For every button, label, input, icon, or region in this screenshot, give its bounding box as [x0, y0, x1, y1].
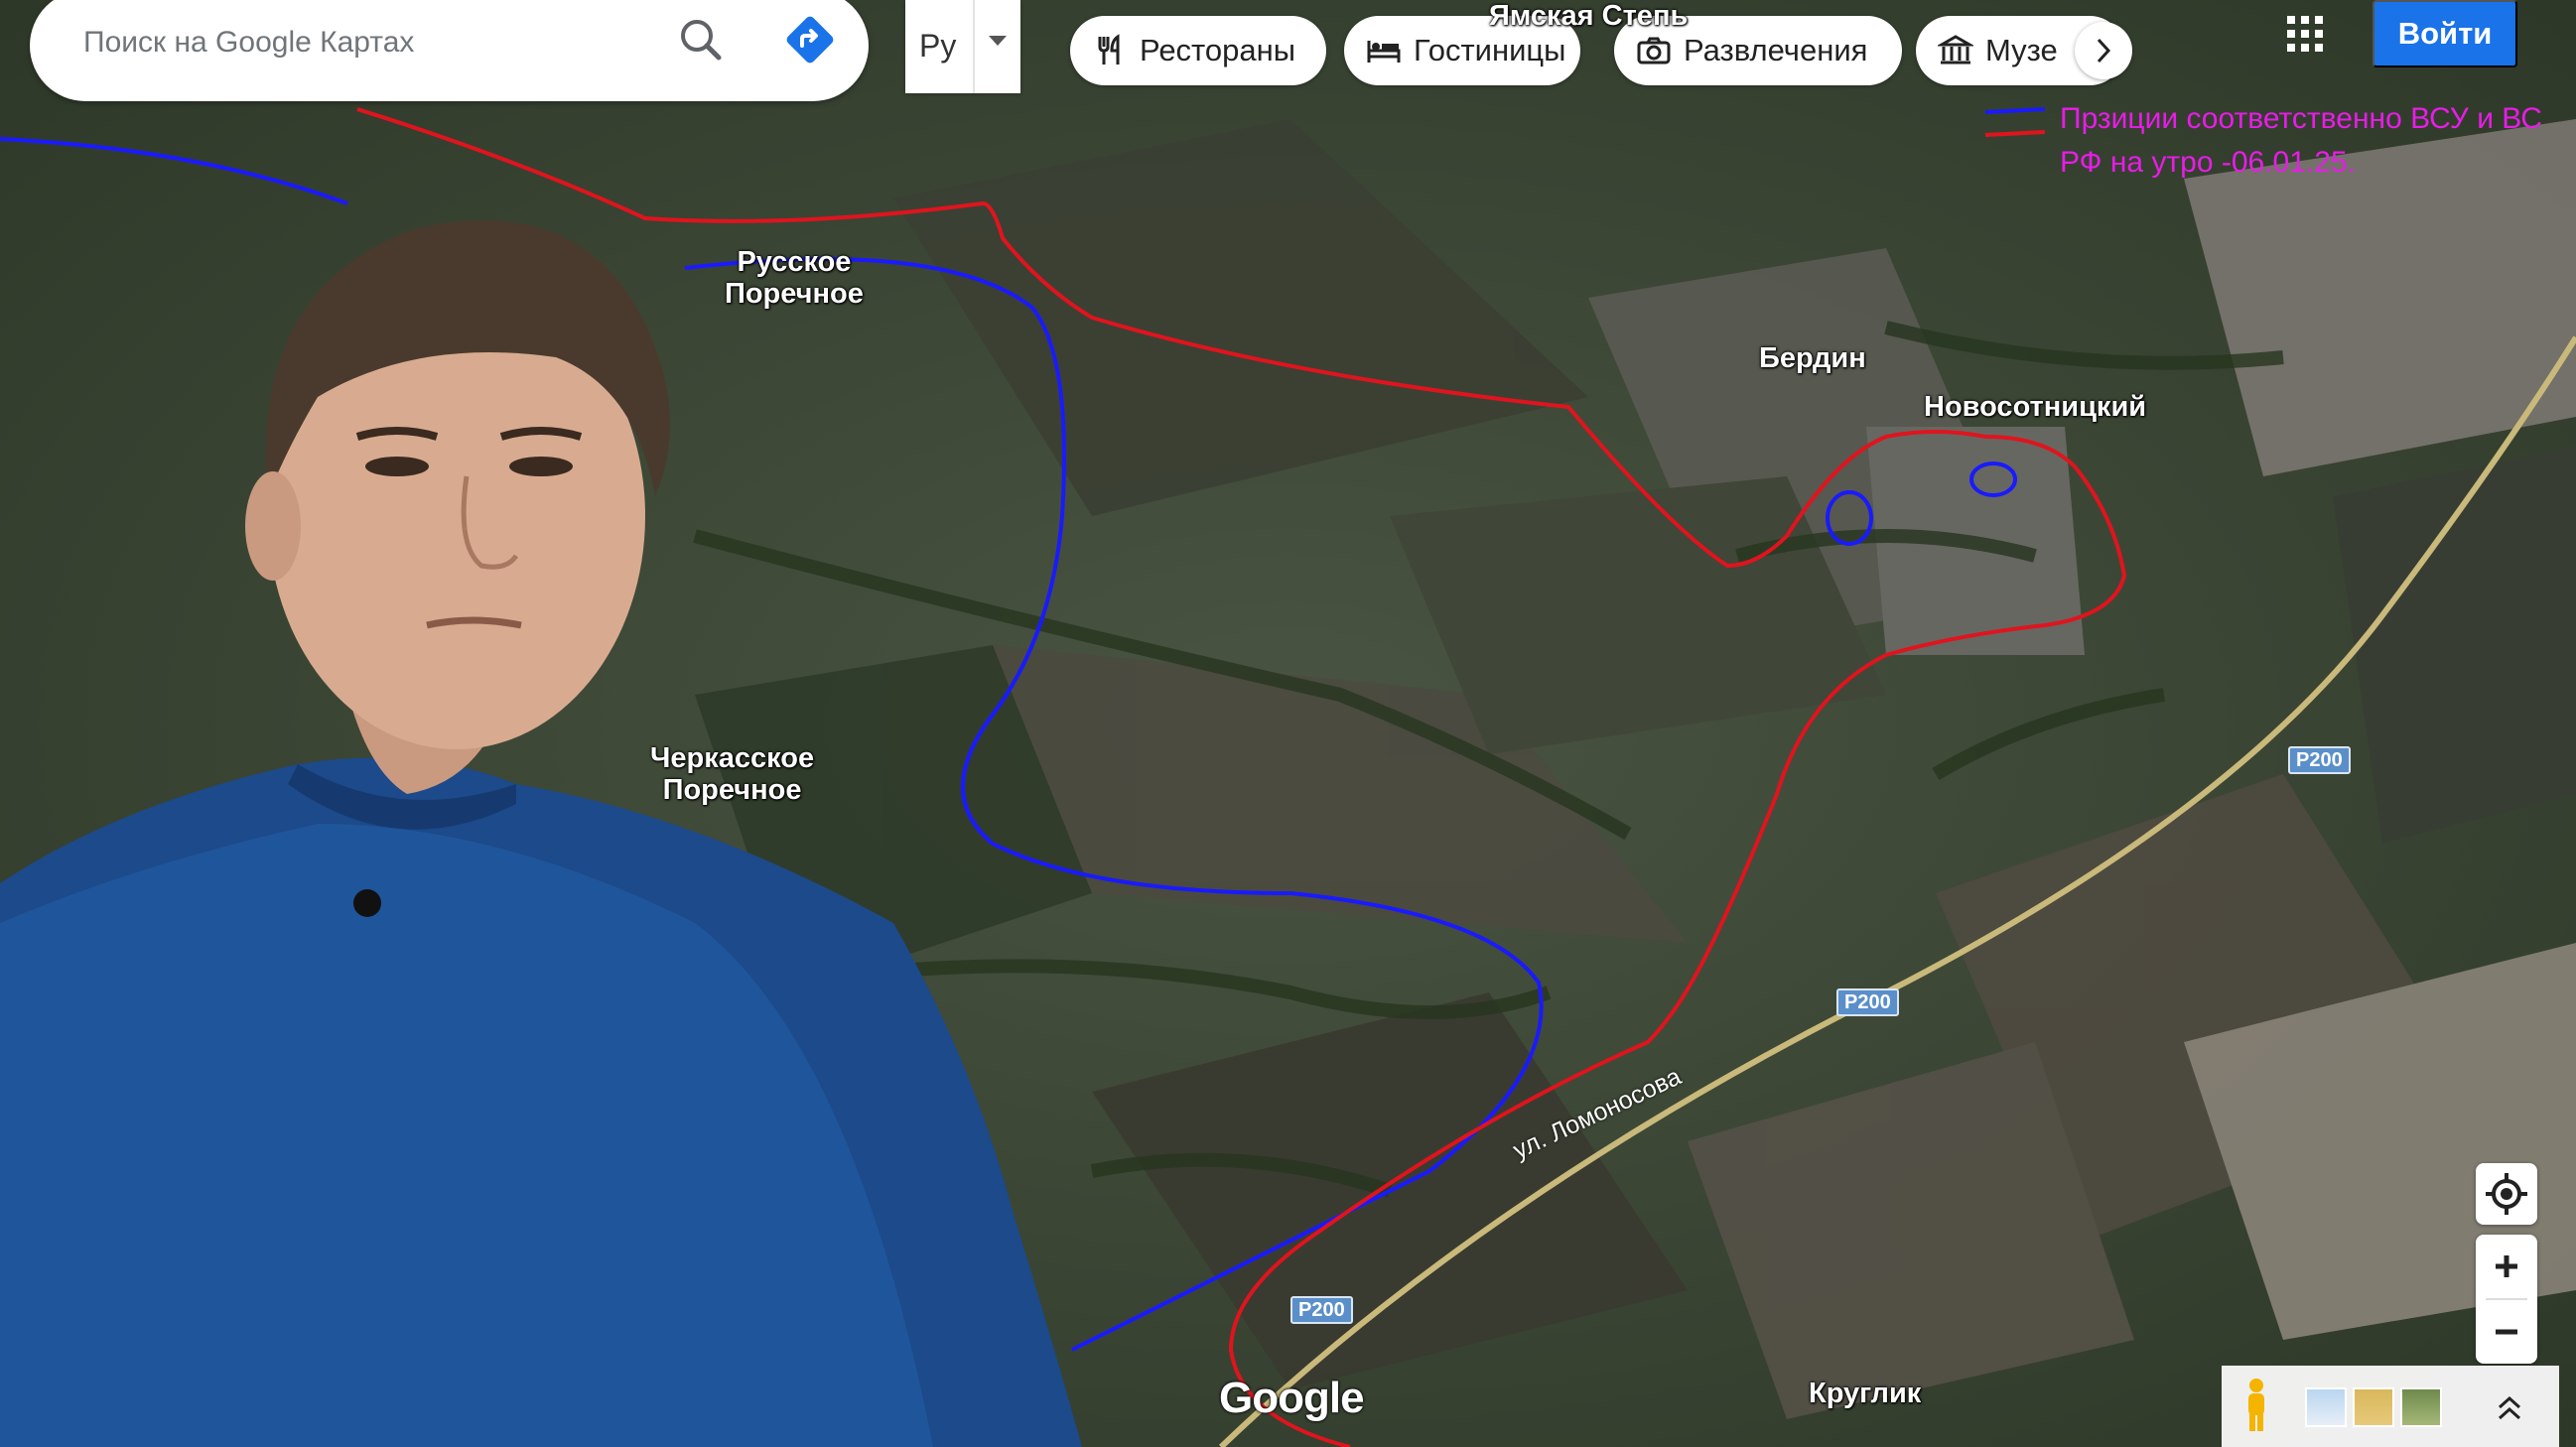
- place-label-line: Русское: [737, 246, 852, 278]
- search-box[interactable]: Поиск на Google Картах: [30, 0, 869, 101]
- museum-icon: [1938, 35, 1973, 65]
- language-label: Ру: [919, 28, 957, 64]
- divider: [973, 0, 975, 93]
- search-icon[interactable]: [673, 12, 729, 67]
- chip-restaurants[interactable]: Рестораны: [1070, 16, 1326, 85]
- place-label-cherkasskoe-poreche[interactable]: Черкасское Поречное: [650, 742, 814, 806]
- zoom-in-button[interactable]: [2476, 1235, 2537, 1298]
- bottom-controls: [2222, 1366, 2559, 1447]
- place-label-yamskaya[interactable]: Ямская Степь: [1489, 0, 1688, 32]
- place-label-novosotnitsky[interactable]: Новосотницкий: [1924, 391, 2146, 423]
- restaurant-icon: [1098, 34, 1120, 65]
- chevron-up-icon[interactable]: [2490, 1387, 2529, 1427]
- hotel-icon: [1367, 41, 1401, 63]
- place-label-line: Поречное: [725, 278, 864, 310]
- road-shield: Р200: [1290, 1296, 1353, 1324]
- legend-lines: [1984, 107, 2046, 137]
- zoom-out-button[interactable]: [2476, 1300, 2537, 1364]
- place-label-russkoe-poreche[interactable]: Русское Поречное: [725, 246, 864, 310]
- search-input[interactable]: Поиск на Google Картах: [83, 26, 414, 60]
- zoom-controls: [2476, 1235, 2537, 1364]
- google-logo: Google: [1219, 1374, 1365, 1422]
- presenter-photo: [0, 220, 1082, 1447]
- location-target-icon: [2486, 1173, 2527, 1215]
- place-label-line: Черкасское: [650, 742, 815, 774]
- chip-label: Развлечения: [1684, 33, 1868, 67]
- sign-in-button[interactable]: Войти: [2373, 0, 2517, 67]
- place-label-kruglik[interactable]: Круглик: [1809, 1378, 1921, 1409]
- pegman-icon[interactable]: [2241, 1378, 2271, 1433]
- camera-icon: [1637, 37, 1671, 65]
- chip-label: Гостиницы: [1414, 33, 1566, 67]
- road-shield: Р200: [2288, 746, 2351, 774]
- layer-default-thumbnail[interactable]: [2305, 1387, 2347, 1427]
- chip-label: Музе: [1985, 33, 2058, 67]
- chips-next-button[interactable]: [2075, 22, 2132, 79]
- directions-icon[interactable]: [782, 12, 838, 67]
- language-selector[interactable]: Ру: [905, 0, 1020, 93]
- place-label-berdin[interactable]: Бердин: [1759, 342, 1866, 374]
- place-label-line: Поречное: [662, 774, 802, 806]
- apps-grid-icon[interactable]: [2285, 14, 2325, 54]
- chip-label: Рестораны: [1140, 33, 1296, 67]
- legend-text: Прзиции соответственно ВСУ и ВС РФ на ут…: [2060, 102, 2542, 179]
- road-shield: Р200: [1836, 988, 1899, 1016]
- chevron-right-icon: [2097, 38, 2111, 64]
- layer-terrain-thumbnail[interactable]: [2353, 1387, 2394, 1427]
- chevron-down-icon[interactable]: [989, 36, 1007, 46]
- layer-satellite-thumbnail[interactable]: [2400, 1387, 2442, 1427]
- my-location-button[interactable]: [2476, 1163, 2537, 1225]
